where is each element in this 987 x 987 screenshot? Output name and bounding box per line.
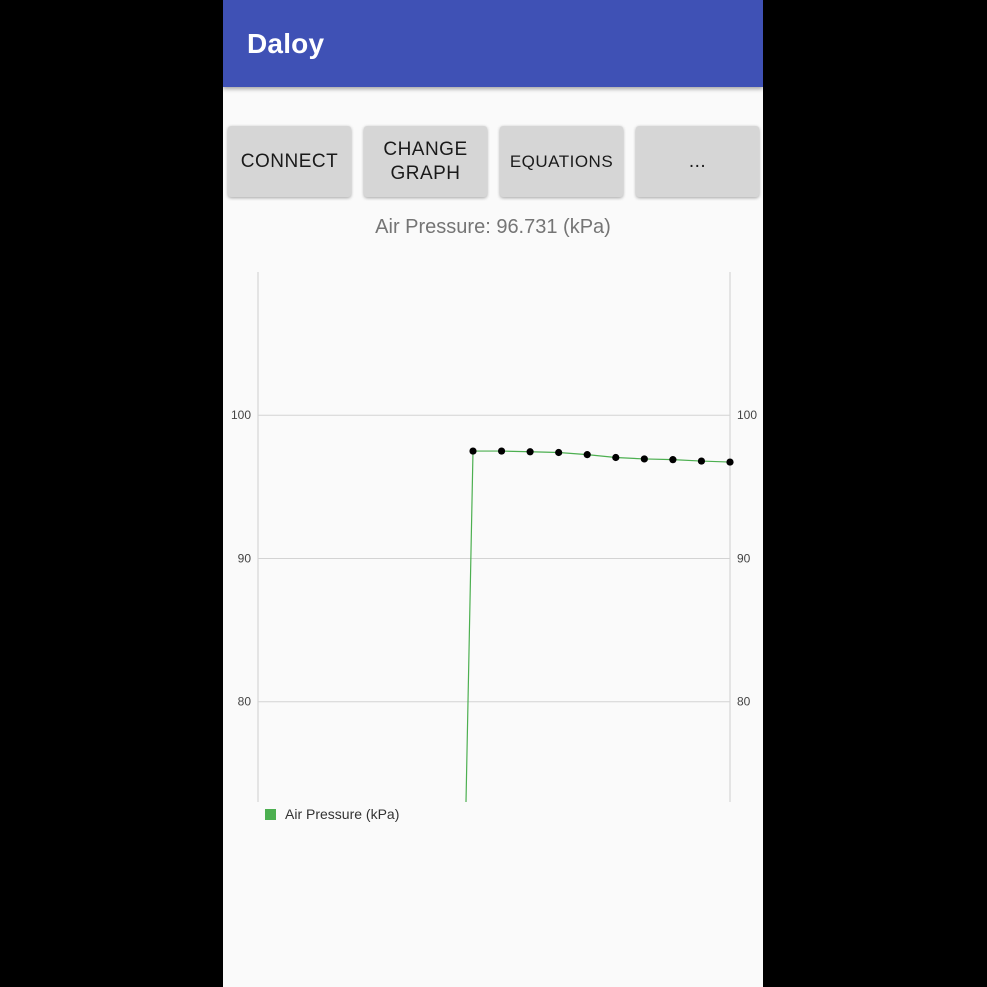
air-pressure-chart: 100 100 90 90 80 80 — [231, 272, 757, 803]
y-tick-label-right: 80 — [737, 695, 751, 709]
data-point — [497, 447, 506, 455]
y-tick-label-right: 90 — [737, 551, 751, 565]
legend-swatch — [265, 808, 276, 820]
data-point — [640, 455, 648, 463]
data-point — [526, 448, 534, 456]
chart-legend: Air Pressure (kPa) — [265, 806, 399, 822]
data-point — [697, 457, 706, 465]
data-point — [669, 456, 677, 464]
app-title: Daloy — [247, 28, 325, 59]
more-button-label: ... — [688, 150, 707, 172]
data-point — [583, 451, 591, 459]
y-tick-label-right: 100 — [737, 408, 757, 422]
legend-label: Air Pressure (kPa) — [285, 806, 400, 822]
change-graph-button-label: CHANGE GRAPH — [383, 138, 468, 184]
data-point — [555, 448, 563, 457]
y-tick-label-left: 90 — [238, 551, 252, 565]
connect-button-label: CONNECT — [240, 150, 339, 172]
air-pressure-readout: Air Pressure: 96.731 (kPa) — [375, 216, 611, 238]
data-point — [612, 453, 620, 462]
data-point — [469, 447, 477, 455]
connect-button[interactable]: CONNECT — [228, 126, 351, 197]
series-line — [465, 450, 731, 803]
data-point — [726, 458, 734, 466]
phone-screen: Daloy CONNECT CHANGE GRAPH EQUATIONS ...… — [223, 0, 763, 987]
y-tick-label-left: 80 — [238, 695, 252, 709]
change-graph-button[interactable]: CHANGE GRAPH — [364, 126, 487, 197]
app-bar: Daloy — [223, 0, 763, 87]
y-tick-label-left: 100 — [231, 408, 251, 422]
equations-button[interactable]: EQUATIONS — [500, 126, 623, 197]
more-button[interactable]: ... — [636, 126, 759, 197]
equations-button-label: EQUATIONS — [509, 151, 614, 171]
